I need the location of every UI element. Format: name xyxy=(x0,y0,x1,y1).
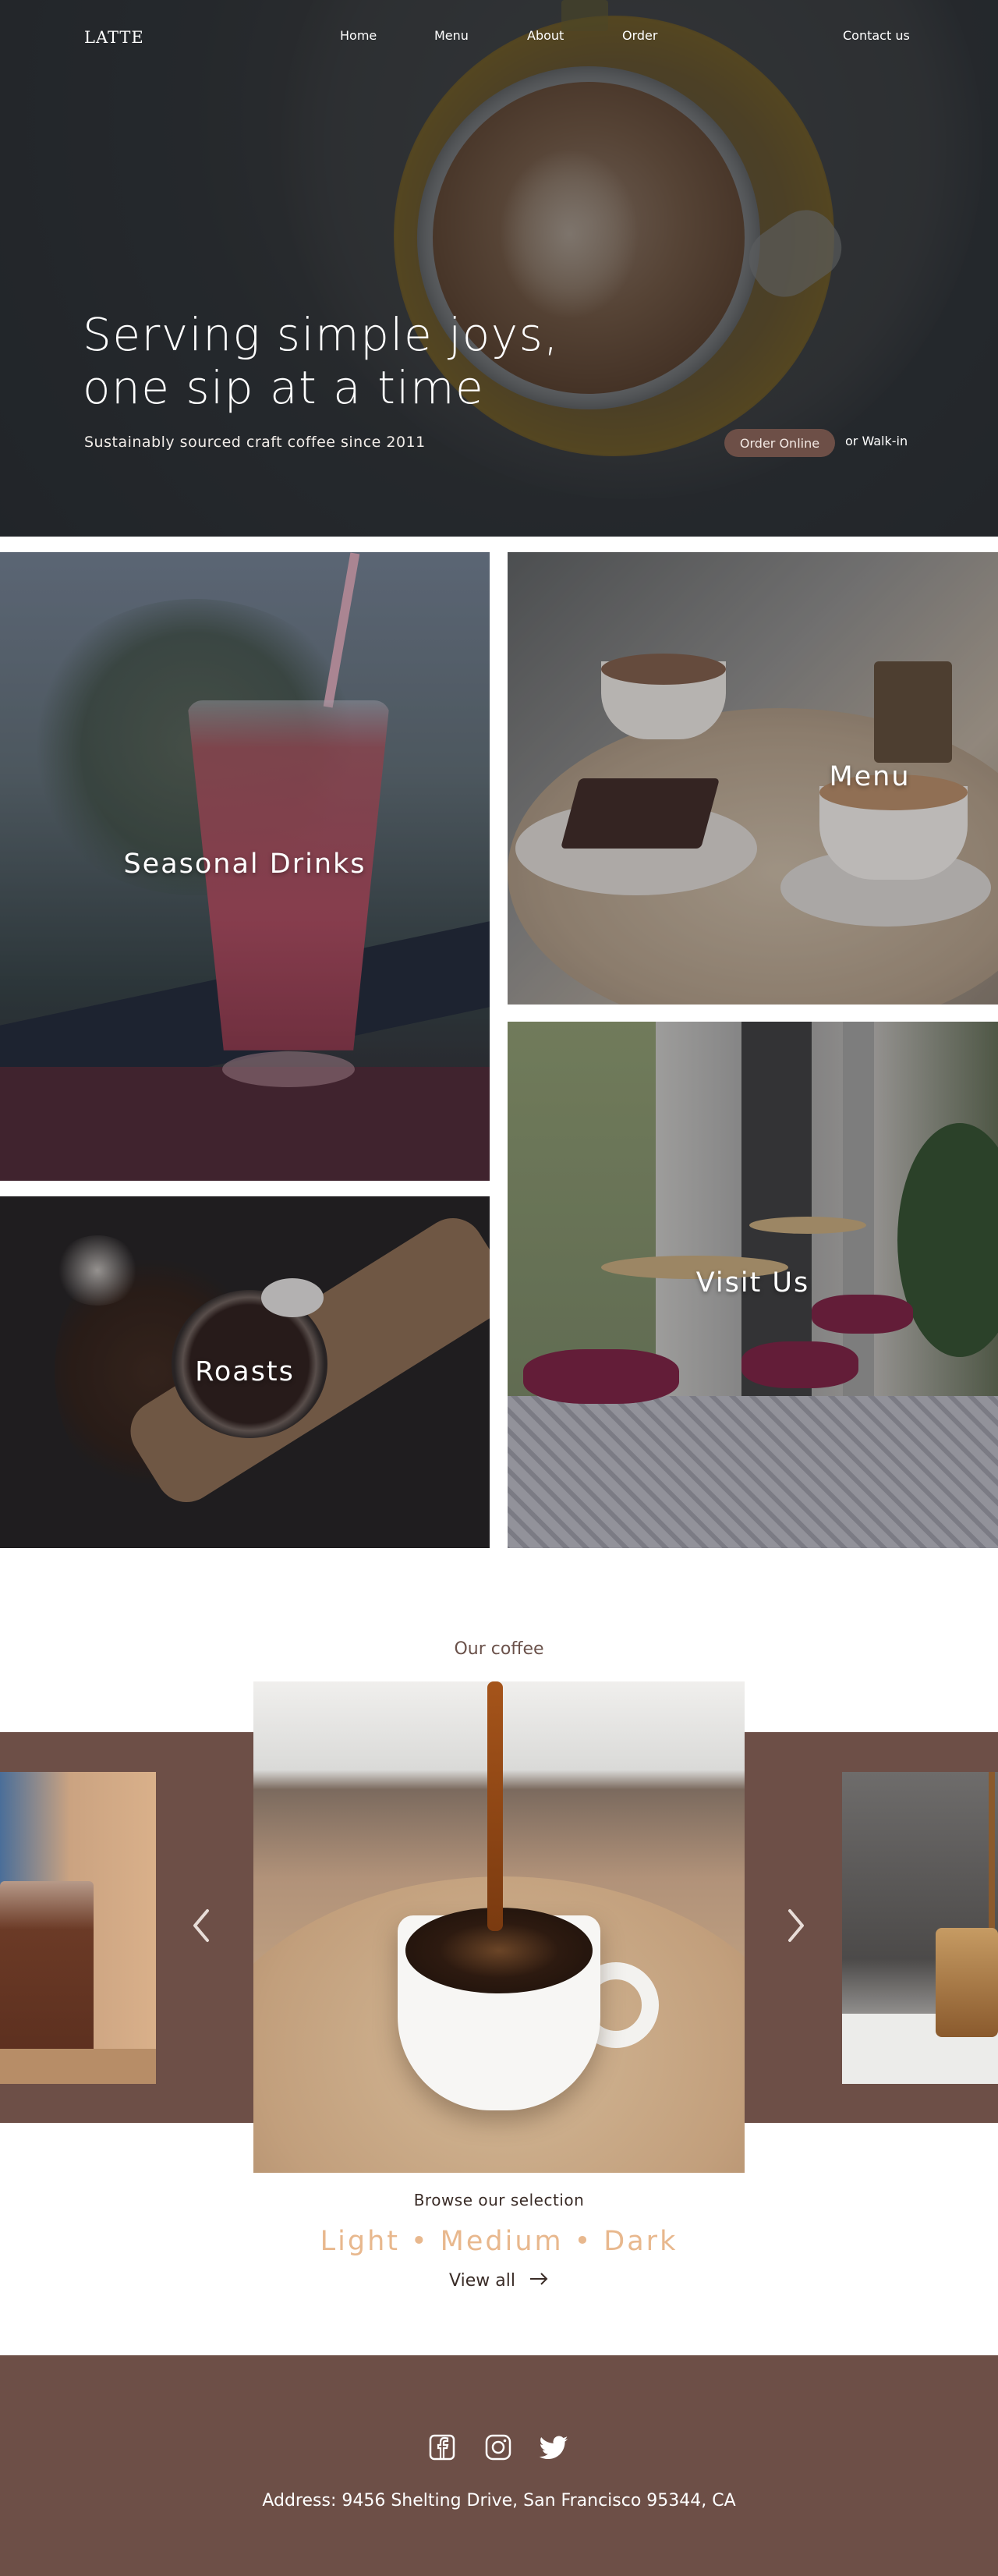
order-online-button[interactable]: Order Online xyxy=(724,429,835,457)
hero-title-line-1: Serving simple joys, xyxy=(83,308,560,361)
table-surface xyxy=(0,2049,156,2084)
walk-in-text: or Walk-in xyxy=(845,434,908,448)
nav-link-contact[interactable]: Contact us xyxy=(843,28,910,43)
tile-seasonal-drinks[interactable]: Seasonal Drinks xyxy=(0,552,490,1181)
view-all-link[interactable]: View all xyxy=(0,2271,998,2291)
nav-link-order[interactable]: Order xyxy=(622,28,657,43)
pour-stream xyxy=(989,1772,995,1936)
coffee-section-heading: Our coffee xyxy=(454,1639,544,1659)
chevron-right-icon xyxy=(788,1909,804,1942)
carousel-prev-image[interactable] xyxy=(0,1772,156,2084)
tile-label-menu: Menu xyxy=(829,761,911,792)
nav-link-home[interactable]: Home xyxy=(340,28,377,43)
roast-separator: • xyxy=(574,2226,593,2257)
iced-coffee-image xyxy=(936,1928,998,2037)
site-logo[interactable]: LATTE xyxy=(84,28,144,47)
tile-roasts[interactable]: Roasts xyxy=(0,1196,490,1548)
carousel-next-button[interactable] xyxy=(782,1906,810,1945)
nav-link-menu[interactable]: Menu xyxy=(434,28,469,43)
arrow-right-icon xyxy=(529,2271,549,2291)
roast-light-link[interactable]: Light xyxy=(320,2226,400,2257)
instagram-icon[interactable] xyxy=(483,2432,514,2463)
facebook-icon[interactable] xyxy=(426,2432,458,2463)
iced-coffee-image xyxy=(0,1881,94,2076)
tile-label-roasts: Roasts xyxy=(195,1356,295,1387)
tile-visit-us[interactable]: Visit Us xyxy=(508,1022,998,1548)
browse-selection-text: Browse our selection xyxy=(413,2191,585,2209)
hero-title: Serving simple joys, one sip at a time xyxy=(83,308,706,414)
view-all-label: View all xyxy=(449,2271,515,2291)
carousel-next-image[interactable] xyxy=(842,1772,998,2084)
twitter-icon[interactable] xyxy=(538,2432,569,2463)
roast-level-list: Light • Medium • Dark xyxy=(0,2226,998,2257)
hero-overlay xyxy=(0,0,998,537)
tile-menu[interactable]: Menu xyxy=(508,552,998,1005)
roast-medium-link[interactable]: Medium xyxy=(441,2226,564,2257)
hero-subtitle: Sustainably sourced craft coffee since 2… xyxy=(84,434,426,451)
footer-address: Address: 9456 Shelting Drive, San Franci… xyxy=(262,2491,736,2510)
roast-dark-link[interactable]: Dark xyxy=(603,2226,678,2257)
tile-label-seasonal: Seasonal Drinks xyxy=(123,849,366,880)
roast-separator: • xyxy=(411,2226,430,2257)
nav-link-about[interactable]: About xyxy=(527,28,564,43)
hero-title-line-2: one sip at a time xyxy=(83,361,485,414)
carousel-featured-image xyxy=(253,1681,745,2173)
pour-stream xyxy=(487,1681,503,1931)
tile-label-visit: Visit Us xyxy=(695,1267,810,1299)
carousel-prev-button[interactable] xyxy=(187,1906,215,1945)
chevron-left-icon xyxy=(193,1909,209,1942)
top-navigation: LATTE Home Menu About Order Contact us xyxy=(0,0,998,70)
footer xyxy=(0,2355,998,2576)
hero-section: LATTE Home Menu About Order Contact us S… xyxy=(0,0,998,537)
